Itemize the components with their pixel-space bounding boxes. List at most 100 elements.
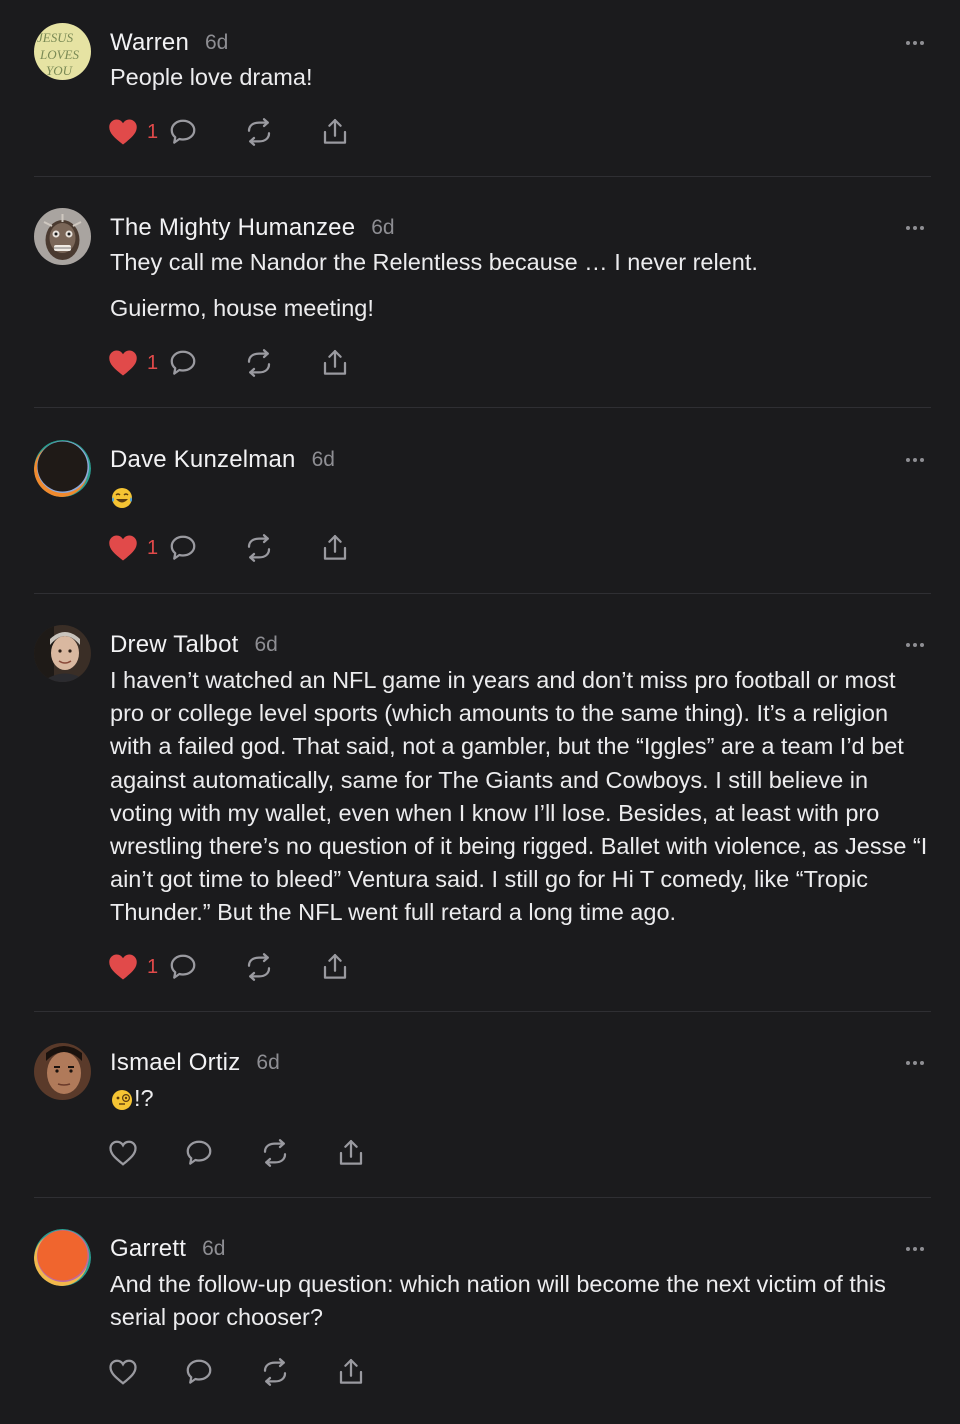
author-name[interactable]: The Mighty Humanzee: [110, 214, 355, 242]
restack-button[interactable]: [244, 115, 320, 149]
reply-button[interactable]: [168, 531, 244, 565]
restack-icon: [247, 118, 271, 146]
timestamp[interactable]: 6d: [254, 633, 277, 657]
share-icon: [323, 954, 347, 979]
reply-button[interactable]: [184, 1136, 260, 1170]
like-button[interactable]: [108, 1355, 184, 1389]
comment-text: They call me Nandor the Relentless becau…: [110, 249, 758, 275]
timestamp[interactable]: 6d: [371, 216, 394, 240]
restack-icon: [247, 349, 271, 377]
avatar[interactable]: [34, 208, 91, 265]
divider: [34, 593, 931, 594]
action-bar: [108, 1355, 412, 1389]
comment-bubble-icon: [170, 350, 196, 375]
like-count: 1: [147, 120, 159, 143]
more-options-button[interactable]: [900, 448, 930, 472]
share-button[interactable]: [336, 1355, 412, 1389]
divider: [34, 1011, 931, 1012]
reply-button[interactable]: [168, 346, 244, 380]
comment-text: And the follow-up question: which nation…: [110, 1271, 886, 1331]
like-count: 1: [147, 955, 159, 978]
comment-header: The Mighty Humanzee 6d: [110, 208, 395, 248]
action-bar: 1: [108, 115, 396, 149]
timestamp[interactable]: 6d: [202, 1237, 225, 1261]
heart-outline-icon: [109, 1359, 137, 1385]
more-options-button[interactable]: [900, 1051, 930, 1075]
heart-filled-icon: [109, 350, 137, 376]
share-icon: [323, 119, 347, 144]
reply-button[interactable]: [168, 950, 244, 984]
restack-icon: [247, 953, 271, 981]
share-button[interactable]: [336, 1136, 412, 1170]
avatar[interactable]: [34, 625, 91, 682]
restack-button[interactable]: [244, 950, 320, 984]
like-button[interactable]: 1: [108, 115, 168, 149]
divider: [34, 1197, 931, 1198]
avatar[interactable]: [34, 440, 91, 497]
restack-button[interactable]: [260, 1355, 336, 1389]
share-icon: [339, 1140, 363, 1165]
avatar[interactable]: [34, 1043, 91, 1100]
action-bar: 1: [108, 531, 396, 565]
avatar[interactable]: [34, 1229, 91, 1286]
default-gradient-avatar-icon: [34, 1229, 91, 1286]
ellipsis-icon: [906, 458, 924, 462]
ellipsis-icon: [906, 643, 924, 647]
like-button[interactable]: [108, 1136, 184, 1170]
more-options-button[interactable]: [900, 633, 930, 657]
ellipsis-icon: [906, 41, 924, 45]
timestamp[interactable]: 6d: [312, 448, 335, 472]
timestamp[interactable]: 6d: [205, 31, 228, 55]
more-options-button[interactable]: [900, 31, 930, 55]
comment-text-content: !?: [134, 1085, 154, 1111]
share-icon: [323, 535, 347, 560]
comment-header: Ismael Ortiz 6d: [110, 1043, 280, 1083]
reply-button[interactable]: [168, 115, 244, 149]
photo-avatar-icon: [34, 625, 91, 682]
restack-button[interactable]: [244, 346, 320, 380]
comment-bubble-icon: [170, 535, 196, 560]
author-name[interactable]: Garrett: [110, 1235, 186, 1263]
author-name[interactable]: Ismael Ortiz: [110, 1049, 240, 1077]
restack-icon: [247, 534, 271, 562]
share-button[interactable]: [320, 531, 396, 565]
reply-button[interactable]: [184, 1355, 260, 1389]
like-button[interactable]: 1: [108, 346, 168, 380]
ellipsis-icon: [906, 1247, 924, 1251]
divider: [34, 407, 931, 408]
comment-bubble-icon: [186, 1359, 212, 1384]
more-options-button[interactable]: [900, 1237, 930, 1261]
comment-body: I haven’t watched an NFL game in years a…: [110, 664, 935, 943]
author-name[interactable]: Drew Talbot: [110, 631, 238, 659]
action-bar: 1: [108, 346, 396, 380]
comment-feed: JESUS LOVES YOU Warren 6d People love dr…: [0, 0, 960, 1424]
photo-avatar-icon: [34, 1043, 91, 1100]
restack-button[interactable]: [260, 1136, 336, 1170]
restack-icon: [263, 1139, 287, 1167]
like-button[interactable]: 1: [108, 531, 168, 565]
more-options-button[interactable]: [900, 216, 930, 240]
tears-of-joy-emoji-icon: [112, 487, 132, 508]
comment-header: Drew Talbot 6d: [110, 625, 278, 665]
comment-text: [110, 480, 935, 513]
comment-bubble-icon: [170, 954, 196, 979]
author-name[interactable]: Warren: [110, 29, 189, 57]
timestamp[interactable]: 6d: [256, 1051, 279, 1075]
share-button[interactable]: [320, 115, 396, 149]
comment-body: People love drama!: [110, 61, 935, 107]
avatar[interactable]: JESUS LOVES YOU: [34, 23, 91, 80]
share-button[interactable]: [320, 346, 396, 380]
author-name[interactable]: Dave Kunzelman: [110, 446, 296, 474]
face-with-monocle-emoji-icon: [112, 1089, 132, 1110]
heart-filled-icon: [109, 954, 137, 980]
svg-text:JESUS: JESUS: [37, 30, 74, 45]
ellipsis-icon: [906, 226, 924, 230]
comment-text: I haven’t watched an NFL game in years a…: [110, 667, 928, 926]
restack-button[interactable]: [244, 531, 320, 565]
like-button[interactable]: 1: [108, 950, 168, 984]
share-button[interactable]: [320, 950, 396, 984]
jesus-loves-you-avatar-icon: JESUS LOVES YOU: [34, 23, 91, 80]
mask-avatar-icon: [34, 208, 91, 265]
like-count: 1: [147, 351, 159, 374]
comment-header: Garrett 6d: [110, 1229, 225, 1269]
